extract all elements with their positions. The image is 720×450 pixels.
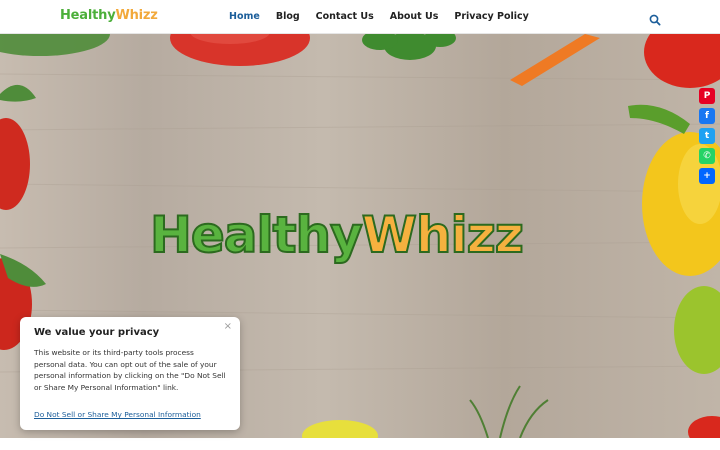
hero-logo: HealthyWhizz bbox=[149, 209, 525, 261]
do-not-sell-link[interactable]: Do Not Sell or Share My Personal Informa… bbox=[34, 410, 201, 419]
logo-text-green: Healthy bbox=[60, 8, 116, 23]
nav-about-us[interactable]: About Us bbox=[390, 11, 439, 22]
share-icon[interactable]: + bbox=[699, 168, 715, 184]
page-bottom-strip bbox=[0, 438, 720, 450]
twitter-icon[interactable]: t bbox=[699, 128, 715, 144]
nav-home[interactable]: Home bbox=[229, 11, 260, 22]
hero-logo-orange: Whizz bbox=[361, 206, 525, 264]
whatsapp-icon[interactable]: ✆ bbox=[699, 148, 715, 164]
logo-text-orange: Whizz bbox=[115, 8, 158, 23]
privacy-consent-dialog: × We value your privacy This website or … bbox=[20, 317, 240, 430]
facebook-icon[interactable]: f bbox=[699, 108, 715, 124]
nav-privacy-policy[interactable]: Privacy Policy bbox=[454, 11, 528, 22]
main-nav: Home Blog Contact Us About Us Privacy Po… bbox=[229, 11, 529, 22]
nav-contact-us[interactable]: Contact Us bbox=[316, 11, 374, 22]
consent-title: We value your privacy bbox=[34, 327, 160, 338]
social-share-bar: P f t ✆ + bbox=[699, 88, 717, 184]
close-icon[interactable]: × bbox=[224, 321, 232, 332]
site-logo[interactable]: HealthyWhizz bbox=[60, 8, 158, 23]
pinterest-icon[interactable]: P bbox=[699, 88, 715, 104]
search-icon[interactable] bbox=[648, 12, 662, 26]
consent-body: This website or its third-party tools pr… bbox=[34, 348, 226, 392]
site-header: HealthyWhizz Home Blog Contact Us About … bbox=[0, 0, 720, 34]
hero-logo-green: Healthy bbox=[149, 206, 364, 264]
nav-blog[interactable]: Blog bbox=[276, 11, 300, 22]
